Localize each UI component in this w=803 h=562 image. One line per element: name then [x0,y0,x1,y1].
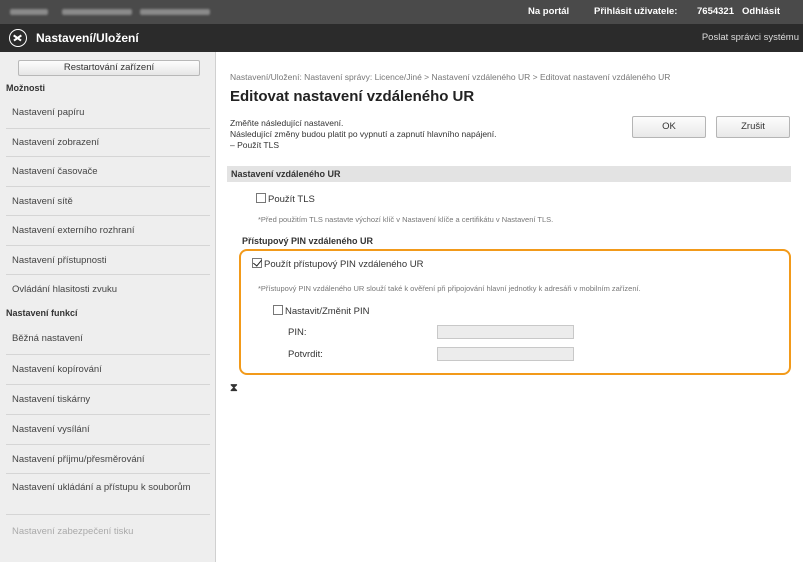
set-change-pin-label: Nastavit/Změnit PIN [285,306,370,317]
confirm-pin-input[interactable] [437,347,574,361]
divider [6,444,210,445]
use-pin-row: Použít přístupový PIN vzdáleného UR [252,258,423,270]
divider [6,384,210,385]
description: Změňte následující nastavení. Následujíc… [230,118,497,151]
breadcrumb: Nastavení/Uložení: Nastavení správy: Lic… [230,72,671,82]
sidebar-item-printer[interactable]: Nastavení tiskárny [12,393,202,406]
title-bar: Nastavení/Uložení Poslat správci systému [0,24,803,52]
use-tls-label: Použít TLS [268,194,315,205]
sidebar-item-volume[interactable]: Ovládání hlasitosti zvuku [12,283,202,296]
sidebar-item-copy[interactable]: Nastavení kopírování [12,363,202,376]
divider [6,156,210,157]
sidebar-item-timer[interactable]: Nastavení časovače [12,165,202,178]
set-change-pin-row: Nastavit/Změnit PIN [273,305,369,317]
sidebar: Restartování zařízení Možnosti Nastavení… [0,52,216,562]
restart-device-button[interactable]: Restartování zařízení [18,60,200,76]
ok-button[interactable]: OK [632,116,706,138]
divider [6,514,210,515]
description-line: Následující změny budou platit po vypnut… [230,129,497,139]
use-tls-row: Použít TLS [256,193,315,205]
section-header: Nastavení vzdáleného UR [227,166,791,182]
blurred-text [10,9,48,15]
divider [6,274,210,275]
pin-label: PIN: [288,327,307,338]
logout-link[interactable]: Odhlásit [742,6,780,17]
description-line: – Použít TLS [230,140,279,150]
divider [6,414,210,415]
sidebar-section-title: Možnosti [6,83,45,93]
sidebar-item-external-interface[interactable]: Nastavení externího rozhraní [12,224,202,237]
sidebar-item-secure-print[interactable]: Nastavení zabezpečení tisku [12,525,202,538]
sidebar-item-display[interactable]: Nastavení zobrazení [12,136,202,149]
use-pin-label: Použít přístupový PIN vzdáleného UR [264,259,424,270]
main-content: Nastavení/Uložení: Nastavení správy: Lic… [217,52,803,562]
cancel-button[interactable]: Zrušit [716,116,790,138]
sidebar-item-send[interactable]: Nastavení vysílání [12,423,202,436]
login-user-label: Přihlásit uživatele: [594,6,678,17]
divider [6,215,210,216]
divider [6,473,210,474]
divider [6,354,210,355]
use-pin-checkbox[interactable] [252,258,262,268]
description-line: Změňte následující nastavení. [230,118,344,128]
pin-subheading: Přístupový PIN vzdáleného UR [242,236,374,246]
use-tls-checkbox[interactable] [256,193,266,203]
set-change-pin-checkbox[interactable] [273,305,283,315]
tls-note: *Před použitím TLS nastavte výchozí klíč… [258,215,554,224]
sidebar-section-title: Nastavení funkcí [6,308,78,318]
send-mail-link[interactable]: Poslat správci systému [702,32,799,43]
portal-link[interactable]: Na portál [528,6,569,17]
pin-note: *Přístupový PIN vzdáleného UR slouží tak… [258,284,641,293]
settings-logo-icon [9,29,27,47]
blurred-text [140,9,210,15]
confirm-pin-label: Potvrdit: [288,349,323,360]
divider [6,128,210,129]
sidebar-item-receive-forward[interactable]: Nastavení příjmu/přesměrování [12,453,202,466]
app-title: Nastavení/Uložení [36,31,139,45]
sidebar-item-store-access[interactable]: Nastavení ukládání a přístupu k souborům [12,481,202,494]
top-bar: Na portál Přihlásit uživatele: 7654321 O… [0,0,803,24]
blurred-text [62,9,132,15]
sidebar-item-network[interactable]: Nastavení sítě [12,195,202,208]
divider [6,186,210,187]
back-to-top-icon[interactable]: ⧗ [230,382,238,395]
sidebar-item-paper[interactable]: Nastavení papíru [12,106,202,119]
page-title: Editovat nastavení vzdáleného UR [230,88,475,105]
pin-input[interactable] [437,325,574,339]
sidebar-item-common[interactable]: Běžná nastavení [12,332,202,345]
divider [6,245,210,246]
sidebar-item-accessibility[interactable]: Nastavení přístupnosti [12,254,202,267]
login-user-id: 7654321 [697,6,734,17]
